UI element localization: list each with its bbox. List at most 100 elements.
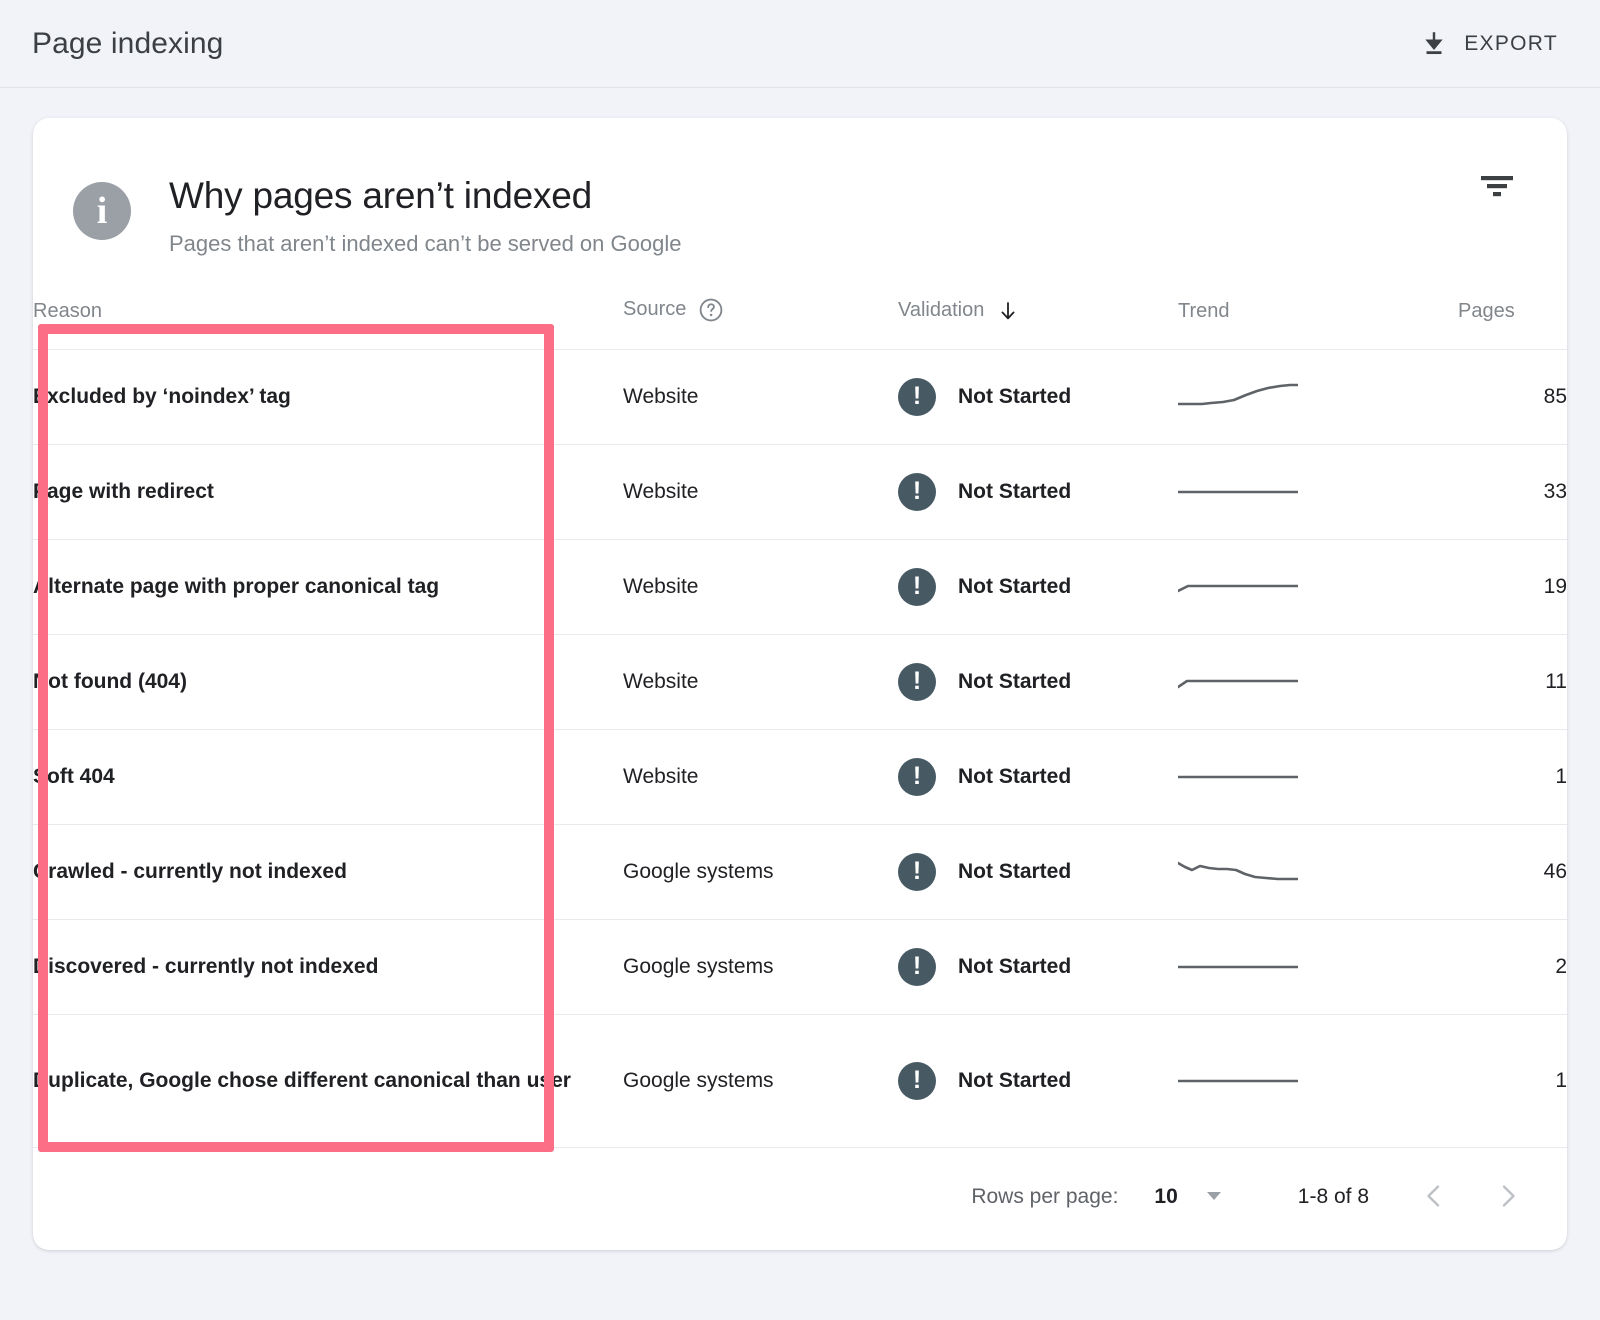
cell-source: Website: [623, 729, 898, 824]
cell-pages: 19: [1458, 539, 1567, 634]
cell-pages: 33: [1458, 444, 1567, 539]
exclamation-icon: !: [898, 663, 936, 701]
column-header-reason[interactable]: Reason: [33, 297, 623, 350]
status-badge: Not Started: [958, 480, 1071, 504]
info-icon: i: [73, 182, 131, 240]
cell-reason: Page with redirect: [33, 444, 623, 539]
column-header-trend[interactable]: Trend: [1178, 297, 1458, 350]
trend-sparkline: [1178, 1066, 1458, 1096]
next-page-button[interactable]: [1489, 1178, 1527, 1216]
table-row[interactable]: Page with redirect Website ! Not Started: [33, 444, 1567, 539]
column-header-validation-label: Validation: [898, 299, 984, 322]
card-subtitle: Pages that aren’t indexed can’t be serve…: [169, 231, 681, 257]
table-row[interactable]: Excluded by ‘noindex’ tag Website ! Not …: [33, 349, 1567, 444]
previous-page-button[interactable]: [1415, 1178, 1453, 1216]
top-bar: Page indexing EXPORT: [0, 0, 1600, 88]
exclamation-icon: !: [898, 378, 936, 416]
page-indexing-table: Reason Source: [33, 297, 1567, 1148]
rows-per-page-value[interactable]: 10: [1154, 1185, 1177, 1209]
cell-source: Google systems: [623, 919, 898, 1014]
exclamation-icon: !: [898, 948, 936, 986]
cell-pages: 1: [1458, 729, 1567, 824]
cell-reason: Excluded by ‘noindex’ tag: [33, 349, 623, 444]
cell-validation: ! Not Started: [898, 349, 1178, 444]
cell-trend: [1178, 539, 1458, 634]
cell-trend: [1178, 634, 1458, 729]
column-header-pages-label: Pages: [1458, 300, 1515, 323]
status-badge: Not Started: [958, 575, 1071, 599]
cell-reason: Alternate page with proper canonical tag: [33, 539, 623, 634]
arrow-down-icon: [996, 299, 1020, 323]
cell-pages: 1: [1458, 1014, 1567, 1147]
cell-validation: ! Not Started: [898, 919, 1178, 1014]
cell-reason: Soft 404: [33, 729, 623, 824]
status-badge: Not Started: [958, 955, 1071, 979]
cell-reason: Duplicate, Google chose different canoni…: [33, 1014, 623, 1147]
table-header-row: Reason Source: [33, 297, 1567, 350]
trend-sparkline: [1178, 477, 1458, 507]
card-title: Why pages aren’t indexed: [169, 176, 681, 217]
chevron-right-icon: [1493, 1181, 1523, 1214]
column-header-pages[interactable]: Pages: [1458, 297, 1567, 350]
filter-button[interactable]: [1469, 158, 1525, 214]
exclamation-icon: !: [898, 568, 936, 606]
column-header-source[interactable]: Source: [623, 297, 898, 350]
trend-sparkline: [1178, 952, 1458, 982]
trend-sparkline: [1178, 382, 1458, 412]
cell-trend: [1178, 349, 1458, 444]
caret-down-icon[interactable]: [1202, 1183, 1226, 1212]
table-row[interactable]: Crawled - currently not indexed Google s…: [33, 824, 1567, 919]
column-header-validation[interactable]: Validation: [898, 297, 1178, 350]
table-body: Excluded by ‘noindex’ tag Website ! Not …: [33, 349, 1567, 1147]
status-badge: Not Started: [958, 1069, 1071, 1093]
cell-trend: [1178, 729, 1458, 824]
cell-validation: ! Not Started: [898, 444, 1178, 539]
cell-source: Website: [623, 444, 898, 539]
indexing-card: i Why pages aren’t indexed Pages that ar…: [33, 118, 1567, 1250]
exclamation-icon: !: [898, 853, 936, 891]
table-footer: Rows per page: 10 1-8 of 8: [33, 1147, 1567, 1250]
help-circle-icon[interactable]: [698, 297, 724, 323]
rows-per-page-label: Rows per page:: [971, 1185, 1118, 1209]
table-row[interactable]: Soft 404 Website ! Not Started 1: [33, 729, 1567, 824]
card-header: i Why pages aren’t indexed Pages that ar…: [33, 118, 1567, 257]
exclamation-icon: !: [898, 758, 936, 796]
cell-pages: 11: [1458, 634, 1567, 729]
cell-trend: [1178, 919, 1458, 1014]
column-header-reason-label: Reason: [33, 300, 102, 323]
cell-source: Website: [623, 539, 898, 634]
cell-reason: Crawled - currently not indexed: [33, 824, 623, 919]
table-row[interactable]: Alternate page with proper canonical tag…: [33, 539, 1567, 634]
table-row[interactable]: Not found (404) Website ! Not Started 1: [33, 634, 1567, 729]
cell-validation: ! Not Started: [898, 1014, 1178, 1147]
cell-source: Website: [623, 349, 898, 444]
status-badge: Not Started: [958, 670, 1071, 694]
cell-reason: Not found (404): [33, 634, 623, 729]
cell-trend: [1178, 1014, 1458, 1147]
trend-sparkline: [1178, 667, 1458, 697]
exclamation-icon: !: [898, 473, 936, 511]
table-row[interactable]: Duplicate, Google chose different canoni…: [33, 1014, 1567, 1147]
trend-sparkline: [1178, 857, 1458, 887]
exclamation-icon: !: [898, 1062, 936, 1100]
export-label: EXPORT: [1464, 32, 1558, 56]
export-button[interactable]: EXPORT: [1410, 22, 1568, 66]
trend-sparkline: [1178, 572, 1458, 602]
cell-validation: ! Not Started: [898, 729, 1178, 824]
cell-pages: 2: [1458, 919, 1567, 1014]
table-header: Reason Source: [33, 297, 1567, 350]
table-row[interactable]: Discovered - currently not indexed Googl…: [33, 919, 1567, 1014]
cell-validation: ! Not Started: [898, 539, 1178, 634]
cell-validation: ! Not Started: [898, 634, 1178, 729]
cell-source: Google systems: [623, 1014, 898, 1147]
cell-source: Website: [623, 634, 898, 729]
status-badge: Not Started: [958, 385, 1071, 409]
trend-sparkline: [1178, 762, 1458, 792]
status-badge: Not Started: [958, 860, 1071, 884]
pagination-range: 1-8 of 8: [1298, 1185, 1369, 1209]
cell-source: Google systems: [623, 824, 898, 919]
cell-pages: 46: [1458, 824, 1567, 919]
page-title: Page indexing: [32, 27, 223, 61]
cell-reason: Discovered - currently not indexed: [33, 919, 623, 1014]
chevron-left-icon: [1419, 1181, 1449, 1214]
